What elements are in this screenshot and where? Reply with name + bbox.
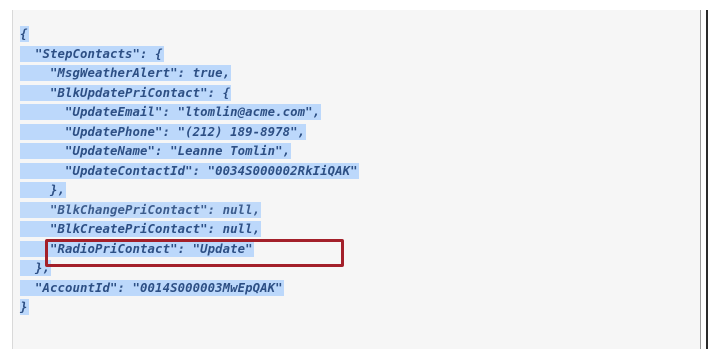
code-line-text: "UpdateContactId": "0034S000002RkIiQAK" [20, 162, 359, 179]
code-line-text: "BlkChangePriContact": null, [20, 201, 262, 218]
code-line[interactable]: "UpdateName": "Leanne Tomlin", [20, 142, 359, 162]
code-line[interactable]: "MsgWeatherAlert": true, [20, 64, 359, 84]
code-line-text: "AccountId": "0014S000003MwEpQAK" [20, 279, 284, 296]
json-code-lines: { "StepContacts": { "MsgWeatherAlert": t… [20, 25, 359, 318]
code-line[interactable]: "AccountId": "0014S000003MwEpQAK" [20, 279, 359, 299]
code-line-text: } [20, 299, 29, 315]
code-line[interactable]: "BlkChangePriContact": null, [20, 201, 359, 221]
json-code-panel: { "StepContacts": { "MsgWeatherAlert": t… [12, 10, 701, 349]
code-line[interactable]: { [20, 25, 359, 45]
code-line-text: "BlkUpdatePriContact": { [20, 84, 232, 101]
code-line-text: { [20, 26, 29, 42]
code-line-highlighted[interactable]: "BlkCreatePriContact": null, [20, 220, 359, 240]
code-line-text: "UpdateName": "Leanne Tomlin", [20, 143, 292, 159]
code-line[interactable]: "UpdateEmail": "ltomlin@acme.com", [20, 103, 359, 123]
code-line[interactable]: "BlkUpdatePriContact": { [20, 84, 359, 104]
code-line[interactable]: "UpdateContactId": "0034S000002RkIiQAK" [20, 162, 359, 182]
code-line-text: "MsgWeatherAlert": true, [20, 65, 232, 81]
code-line[interactable]: }, [20, 181, 359, 201]
code-line[interactable]: } [20, 298, 359, 318]
code-line-text: "UpdatePhone": "(212) 189-8978", [20, 123, 307, 140]
code-line[interactable]: "UpdatePhone": "(212) 189-8978", [20, 123, 359, 143]
code-line-text: "StepContacts": { [20, 45, 164, 62]
red-highlight-box [45, 239, 344, 267]
code-line[interactable]: "StepContacts": { [20, 45, 359, 65]
code-line-text: "UpdateEmail": "ltomlin@acme.com", [20, 104, 322, 120]
code-line-text: }, [20, 182, 67, 198]
panel-edge-divider [706, 10, 708, 349]
code-line-text: "BlkCreatePriContact": null, [20, 221, 262, 237]
